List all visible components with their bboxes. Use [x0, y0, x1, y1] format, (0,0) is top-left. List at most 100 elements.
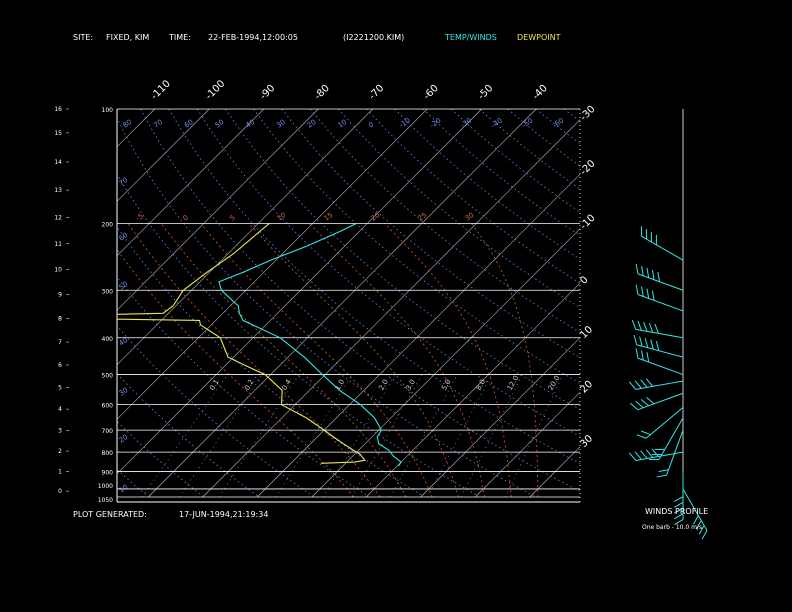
mixing-ratio-line	[351, 374, 423, 498]
isotherm-line	[366, 282, 580, 498]
moist-adiabat-label: 25	[417, 211, 429, 223]
dry-adiabat	[168, 109, 580, 465]
mixing-ratio-label: 20.0	[547, 374, 562, 392]
mixing-ratio-line	[505, 374, 564, 498]
mixing-ratio-line	[218, 374, 300, 498]
wind-barb-feather	[646, 352, 650, 363]
isotherm-line	[117, 109, 264, 257]
wind-barb-feather	[646, 267, 650, 278]
wind-barb-feather	[657, 271, 661, 282]
height-km-tick-label: 14	[54, 159, 62, 166]
wind-barb-feather	[641, 350, 644, 361]
time-label: TIME:	[168, 33, 191, 42]
wind-barb-feather	[633, 334, 638, 345]
file-name: (I2221200.KIM)	[343, 33, 404, 42]
right-temperature-tick-label: 30	[578, 433, 595, 450]
moist-adiabat	[248, 223, 459, 498]
dry-adiabat	[117, 225, 424, 497]
mixing-ratio-label: 3.0	[404, 378, 416, 392]
right-temperature-tick-label: -20	[578, 158, 597, 177]
right-temperature-tick-label: -30	[578, 104, 597, 123]
site-label: SITE:	[73, 33, 93, 42]
dry-adiabat	[281, 109, 580, 359]
wind-barb-feather	[635, 284, 639, 295]
moist-adiabat-label: 0	[182, 214, 190, 223]
dry-adiabat	[117, 373, 259, 497]
isotherm-line	[117, 109, 428, 420]
legend-dewpoint: DEWPOINT	[517, 33, 561, 42]
right-temperature-tick-label: 10	[578, 324, 595, 341]
wind-barb-shaft	[636, 344, 684, 358]
mixing-ratio-label: 1.0	[334, 378, 346, 392]
dry-adiabat-label: 70	[152, 118, 164, 130]
site-value: FIXED, KIM	[106, 33, 149, 42]
dry-adiabat-label: 40	[244, 118, 256, 130]
pressure-tick-label: 700	[102, 428, 114, 435]
dry-adiabat-label: -20	[429, 117, 443, 130]
height-km-tick-label: 10	[54, 266, 62, 273]
dry-adiabat	[366, 109, 580, 284]
top-temperature-tick-label: -40	[531, 83, 550, 102]
wind-barb-feather	[692, 515, 699, 525]
dry-adiabat	[117, 420, 204, 497]
dewpoint-profile-line	[117, 222, 366, 464]
wind-barb-feather	[655, 340, 660, 351]
wind-barb-feather	[636, 434, 647, 439]
dry-adiabat-label: 30	[118, 386, 130, 398]
mixing-ratio-label: 12.0	[506, 374, 521, 392]
plot-generated-value: 17-JUN-1994,21:19:34	[179, 510, 268, 519]
wind-barb-feather	[635, 400, 644, 409]
moist-adiabat	[308, 223, 486, 498]
wind-barb-feather	[645, 378, 654, 387]
height-km-tick-label: 5	[58, 384, 62, 391]
wind-barb-shaft	[637, 294, 684, 312]
dry-adiabat-label: 0	[367, 121, 375, 130]
height-km-tick-label: 0	[58, 488, 62, 495]
dry-adiabat	[225, 109, 580, 411]
dry-adiabat	[479, 109, 580, 190]
wind-barb-shaft	[645, 407, 684, 439]
height-km-tick-label: 2	[58, 448, 62, 455]
height-km-tick-label: 1	[58, 468, 62, 475]
top-temperature-tick-label: -50	[476, 83, 495, 102]
dry-adiabat	[0, 109, 37, 496]
wind-barb-shaft	[635, 328, 684, 339]
moist-adiabat	[117, 248, 355, 498]
isotherm-line	[148, 109, 537, 498]
dry-adiabat	[117, 325, 314, 497]
wind-barb-feather	[651, 290, 655, 301]
height-km-tick-label: 9	[58, 291, 62, 298]
wind-barb-feather	[650, 339, 654, 350]
pressure-tick-label: 1000	[98, 483, 113, 490]
pressure-tick-label: 600	[102, 403, 114, 410]
wind-barb-feather	[628, 452, 637, 461]
moist-adiabat	[127, 223, 381, 498]
height-km-tick-label: 8	[58, 316, 62, 323]
wind-barb-feather	[640, 379, 648, 388]
height-km-tick-label: 7	[58, 339, 62, 346]
dry-adiabat-label: 60	[118, 231, 130, 243]
wind-barb-feather	[637, 320, 642, 331]
height-km-tick-label: 4	[58, 406, 62, 413]
right-temperature-tick-label: -10	[578, 213, 597, 232]
dry-adiabat	[117, 173, 480, 497]
top-temperature-tick-label: -60	[422, 83, 441, 102]
mixing-ratio-label: 0.1	[208, 378, 220, 392]
wind-barb-feather	[640, 398, 650, 407]
wind-barb-feather	[629, 402, 639, 411]
wind-barb-shaft	[637, 357, 684, 376]
right-temperature-tick-label: 20	[578, 379, 595, 396]
mixing-ratio-label: 2.0	[377, 378, 389, 392]
dry-adiabat-label: -40	[490, 117, 504, 130]
dry-adiabat-label: 10	[336, 118, 348, 130]
wind-barb-feather	[634, 380, 642, 389]
height-km-tick-label: 6	[58, 362, 62, 369]
wind-barb-feather	[635, 263, 639, 274]
wind-barb-feather	[674, 496, 684, 502]
pressure-tick-label: 1050	[98, 497, 113, 504]
isotherm-line	[0, 109, 46, 497]
winds-profile-panel	[628, 109, 708, 540]
isotherm-line	[117, 109, 373, 366]
moist-adiabat-label: 5	[229, 214, 237, 223]
pressure-tick-label: 300	[102, 288, 114, 295]
